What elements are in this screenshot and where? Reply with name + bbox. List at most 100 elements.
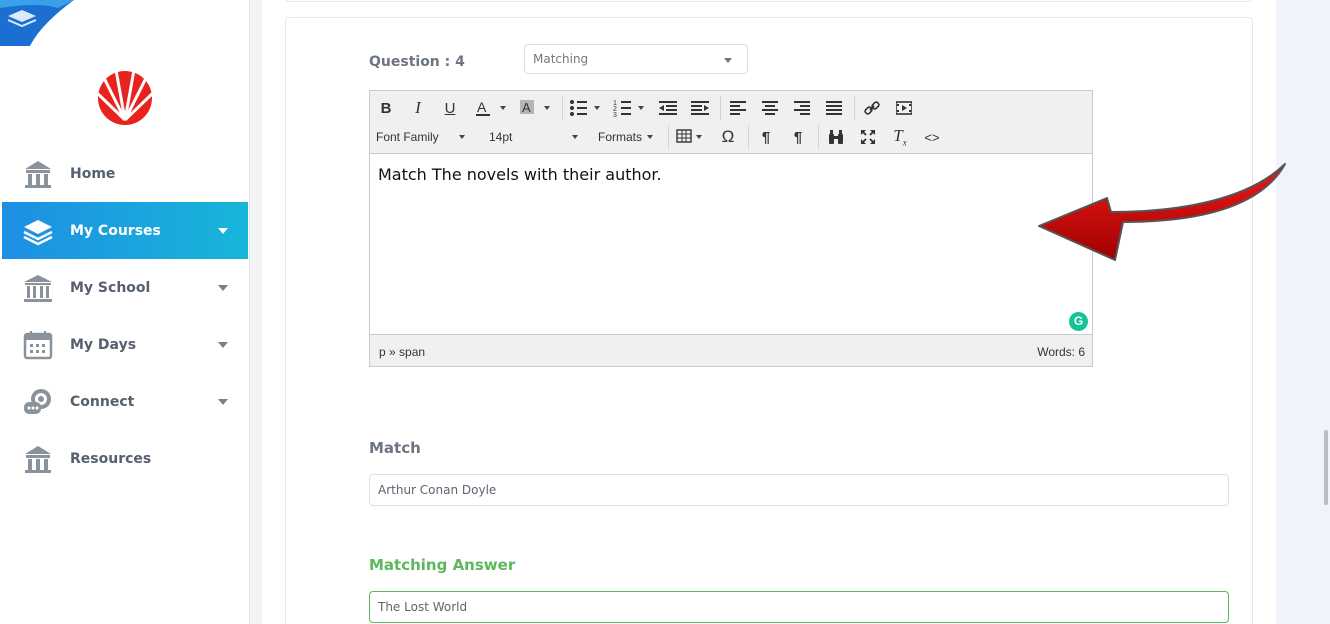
scrollbar-thumb[interactable] xyxy=(1324,430,1328,505)
sidebar-item-resources[interactable]: Resources xyxy=(2,430,248,487)
matching-answer-label: Matching Answer xyxy=(369,556,516,574)
calendar-icon xyxy=(22,329,54,361)
sidebar-item-home[interactable]: Home xyxy=(2,145,248,202)
paragraph-rtl-icon: ¶ xyxy=(793,128,803,146)
indent-icon xyxy=(691,101,709,115)
numbered-list-button[interactable]: 123 xyxy=(612,96,648,120)
editor-content[interactable]: Match The novels with their author. xyxy=(378,165,662,184)
match-value: Arthur Conan Doyle xyxy=(378,483,497,497)
sidebar-item-label: My Days xyxy=(70,336,137,353)
question-type-select[interactable]: Matching xyxy=(524,44,748,74)
sidebar-item-connect[interactable]: Connect xyxy=(2,373,248,430)
school-logo xyxy=(94,64,156,126)
align-left-icon xyxy=(730,101,746,115)
sidebar-item-my-courses[interactable]: My Courses xyxy=(2,202,248,259)
outdent-button[interactable] xyxy=(656,96,680,120)
chat-icon xyxy=(22,386,54,418)
clear-formatting-button[interactable]: Tx xyxy=(888,125,912,149)
text-color-icon: A xyxy=(476,99,506,116)
text-color-button[interactable]: A xyxy=(474,96,510,120)
bank-icon xyxy=(22,158,54,190)
previous-question-card xyxy=(285,0,1253,2)
source-code-button[interactable]: <> xyxy=(920,125,944,149)
match-input[interactable]: Arthur Conan Doyle xyxy=(369,474,1229,506)
align-center-icon xyxy=(762,101,778,115)
align-left-button[interactable] xyxy=(726,96,750,120)
table-button[interactable] xyxy=(674,125,708,149)
chevron-down-icon[interactable] xyxy=(218,285,228,291)
numbered-list-icon: 123 xyxy=(613,100,644,118)
matching-answer-value: The Lost World xyxy=(378,600,468,614)
formats-dropdown[interactable]: Formats xyxy=(598,125,664,149)
sidebar-item-label: Connect xyxy=(70,393,135,410)
question-number-label: Question : 4 xyxy=(369,54,465,70)
align-center-button[interactable] xyxy=(758,96,782,120)
font-size-label: 14pt xyxy=(489,130,513,144)
fullscreen-icon xyxy=(861,130,875,144)
italic-button[interactable]: I xyxy=(408,96,428,120)
chevron-down-icon xyxy=(647,135,654,139)
matching-answer-input[interactable]: The Lost World xyxy=(369,591,1229,623)
chevron-down-icon xyxy=(724,58,732,63)
chevron-down-icon[interactable] xyxy=(218,399,228,405)
sidebar-item-my-school[interactable]: My School xyxy=(2,259,248,316)
indent-button[interactable] xyxy=(688,96,712,120)
editor-statusbar: p » span Words: 6 xyxy=(370,334,1092,366)
link-icon xyxy=(864,101,880,115)
bullet-list-button[interactable] xyxy=(568,96,604,120)
background-color-button[interactable]: A xyxy=(518,96,554,120)
school-icon xyxy=(22,272,54,304)
course-ribbon-icon[interactable] xyxy=(0,0,74,46)
align-right-button[interactable] xyxy=(790,96,814,120)
paragraph-ltr-icon: ¶ xyxy=(761,128,771,146)
match-label: Match xyxy=(369,439,421,457)
svg-text:A: A xyxy=(477,99,487,115)
ltr-button[interactable]: ¶ xyxy=(754,125,778,149)
question-type-value: Matching xyxy=(533,52,589,66)
red-arrow-annotation xyxy=(1038,163,1286,261)
code-icon: <> xyxy=(924,129,940,145)
omega-icon: Ω xyxy=(721,127,735,146)
sidebar-item-label: Resources xyxy=(70,450,152,467)
underline-button[interactable]: U xyxy=(440,96,460,120)
chevron-down-icon[interactable] xyxy=(218,342,228,348)
bold-button[interactable]: B xyxy=(376,96,396,120)
app-window: Home My Courses My School My Days Connec… xyxy=(0,0,1330,624)
right-gutter xyxy=(1276,0,1330,624)
word-count: Words: 6 xyxy=(1037,345,1085,359)
align-justify-button[interactable] xyxy=(822,96,846,120)
find-replace-button[interactable] xyxy=(824,125,848,149)
chevron-down-icon[interactable] xyxy=(218,228,228,234)
bullet-list-icon xyxy=(570,100,600,116)
media-icon xyxy=(896,101,912,115)
background-color-icon: A xyxy=(520,100,550,115)
element-path[interactable]: p » span xyxy=(379,345,425,359)
font-family-dropdown[interactable]: Font Family xyxy=(376,125,476,149)
formats-label: Formats xyxy=(598,130,643,144)
chevron-down-icon xyxy=(572,135,579,139)
sidebar-item-my-days[interactable]: My Days xyxy=(2,316,248,373)
table-icon xyxy=(676,129,702,143)
fullscreen-button[interactable] xyxy=(856,125,880,149)
sidebar: Home My Courses My School My Days Connec… xyxy=(0,0,250,624)
font-family-label: Font Family xyxy=(376,130,439,144)
editor-toolbar: B I U A A 123 Font Family 14pt Formats Ω… xyxy=(370,91,1092,154)
sidebar-nav: Home My Courses My School My Days Connec… xyxy=(2,145,248,487)
outdent-icon xyxy=(659,101,677,115)
binoculars-icon xyxy=(829,130,843,144)
align-right-icon xyxy=(794,101,810,115)
sidebar-item-label: My School xyxy=(70,279,151,296)
grammarly-icon[interactable]: G xyxy=(1069,312,1088,331)
special-character-button[interactable]: Ω xyxy=(716,125,740,149)
insert-media-button[interactable] xyxy=(892,96,916,120)
rtl-button[interactable]: ¶ xyxy=(786,125,810,149)
sidebar-item-label: Home xyxy=(70,165,116,182)
font-size-dropdown[interactable]: 14pt xyxy=(489,125,589,149)
layers-icon xyxy=(22,215,54,247)
clear-formatting-icon: Tx xyxy=(893,126,907,148)
svg-text:3: 3 xyxy=(613,112,617,118)
insert-link-button[interactable] xyxy=(860,96,884,120)
chevron-down-icon xyxy=(458,135,465,139)
svg-text:A: A xyxy=(522,100,531,115)
sidebar-item-label: My Courses xyxy=(70,222,161,239)
